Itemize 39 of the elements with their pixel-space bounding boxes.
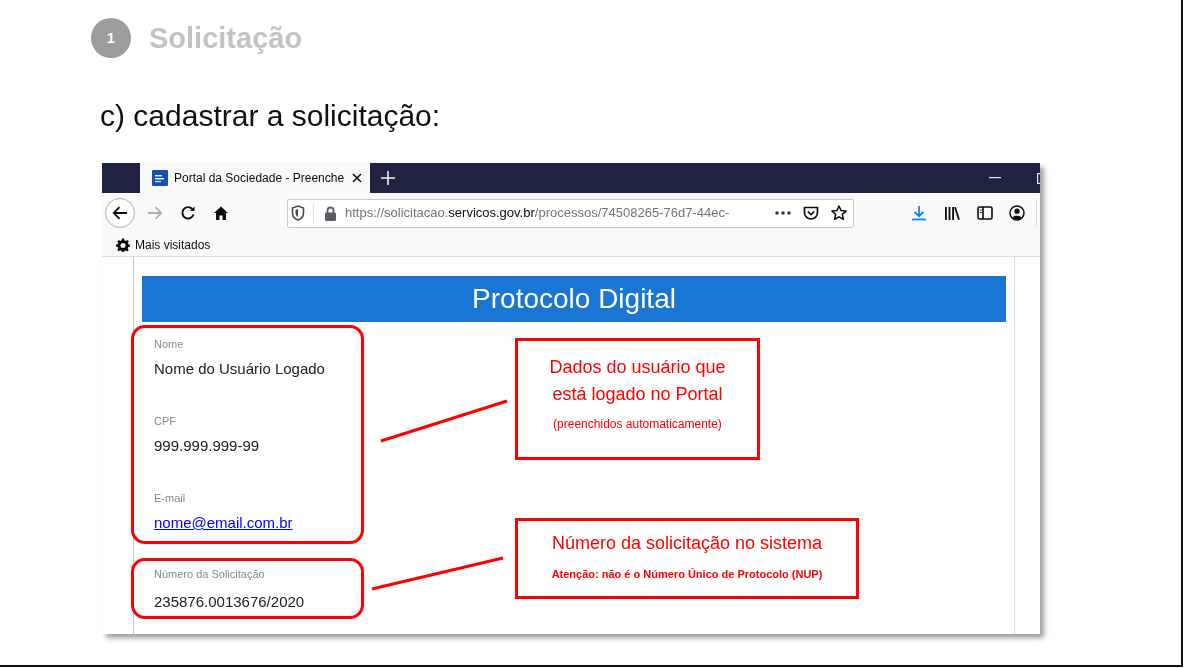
page-title: Protocolo Digital <box>142 276 1006 322</box>
url-text: https://solicitacao.servicos.gov.br/processos/74508265-76d7-44ec- <box>345 204 730 223</box>
field-label: Nome <box>154 337 184 352</box>
shield-icon[interactable] <box>291 205 305 221</box>
back-arrow-icon <box>112 206 128 220</box>
address-bar[interactable]: https://solicitacao.servicos.gov.br/processos/74508265-76d7-44ec- <box>287 198 854 228</box>
step-number: 1 <box>91 18 131 58</box>
account-icon[interactable] <box>1009 205 1025 221</box>
star-icon[interactable] <box>831 205 847 221</box>
pocket-icon[interactable] <box>803 205 819 221</box>
callout-title: Dados do usuário que está logado no Portal <box>548 356 727 406</box>
library-icon[interactable] <box>944 205 960 221</box>
field-value: Nome do Usuário Logado <box>154 359 325 379</box>
reload-icon[interactable] <box>180 205 196 221</box>
close-icon[interactable] <box>352 173 362 183</box>
download-icon[interactable] <box>911 205 927 221</box>
field-label: CPF <box>154 414 176 429</box>
bookmark-item[interactable]: Mais visitados <box>116 235 211 254</box>
more-icon[interactable] <box>775 211 791 215</box>
email-link[interactable]: nome@email.com.br <box>154 514 293 531</box>
maximize-icon[interactable] <box>1037 172 1040 184</box>
callout-note: Atenção: não é o Número Único de Protocolo (NUP) <box>551 567 823 582</box>
field-value: 235876.0013676/2020 <box>154 592 305 612</box>
sidebar-icon[interactable] <box>977 206 993 220</box>
callout-note: (preenchidos automaticamente) <box>553 416 722 433</box>
callout-title: Número da solicitação no sistema <box>551 532 823 555</box>
field-label: Número da Solicitação <box>154 567 265 582</box>
favicon-icon <box>152 170 168 186</box>
browser-tab[interactable]: Portal da Sociedade - Preenche <box>140 163 370 193</box>
field-label: E-mail <box>154 491 186 506</box>
instruction-text: c) cadastrar a solicitação: <box>100 98 441 134</box>
step-title: Solicitação <box>149 21 303 56</box>
home-icon[interactable] <box>213 205 229 221</box>
lock-icon <box>324 205 337 221</box>
field-value: 999.999.999-99 <box>154 436 260 456</box>
plus-icon[interactable] <box>381 171 395 185</box>
gear-icon <box>116 237 130 252</box>
back-button[interactable] <box>105 198 135 228</box>
minimize-icon[interactable] <box>989 177 1001 179</box>
